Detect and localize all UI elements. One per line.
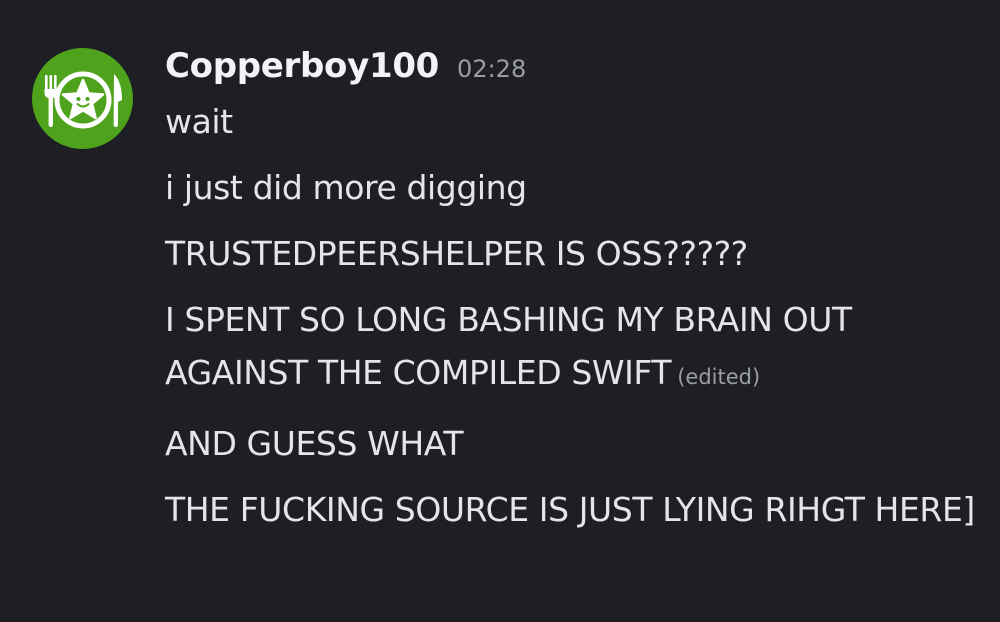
message-list: wait i just did more digging TRUSTEDPEER… bbox=[165, 95, 975, 536]
message-text[interactable]: THE FUCKING SOURCE IS JUST LYING RIHGT H… bbox=[165, 483, 975, 536]
message-text[interactable]: TRUSTEDPEERSHELPER IS OSS????? bbox=[165, 227, 975, 280]
message-header: Copperboy100 02:28 bbox=[165, 46, 975, 92]
username[interactable]: Copperboy100 bbox=[165, 46, 439, 86]
plate-star-fork-knife-icon bbox=[44, 71, 122, 129]
message-body: AND GUESS WHAT bbox=[165, 424, 464, 463]
message-text[interactable]: I SPENT SO LONG BASHING MY BRAIN OUT AGA… bbox=[165, 293, 975, 404]
message-body: i just did more digging bbox=[165, 168, 527, 207]
message-body: TRUSTEDPEERSHELPER IS OSS????? bbox=[165, 234, 748, 273]
message-text[interactable]: wait bbox=[165, 95, 975, 148]
message-group: Copperboy100 02:28 wait i just did more … bbox=[165, 46, 975, 549]
timestamp[interactable]: 02:28 bbox=[457, 55, 526, 83]
message-body: wait bbox=[165, 102, 233, 141]
message-body: THE FUCKING SOURCE IS JUST LYING RIHGT H… bbox=[165, 490, 975, 529]
avatar[interactable] bbox=[32, 48, 133, 149]
message-text[interactable]: AND GUESS WHAT bbox=[165, 417, 975, 470]
message-text[interactable]: i just did more digging bbox=[165, 161, 975, 214]
edited-label: (edited) bbox=[677, 365, 761, 389]
